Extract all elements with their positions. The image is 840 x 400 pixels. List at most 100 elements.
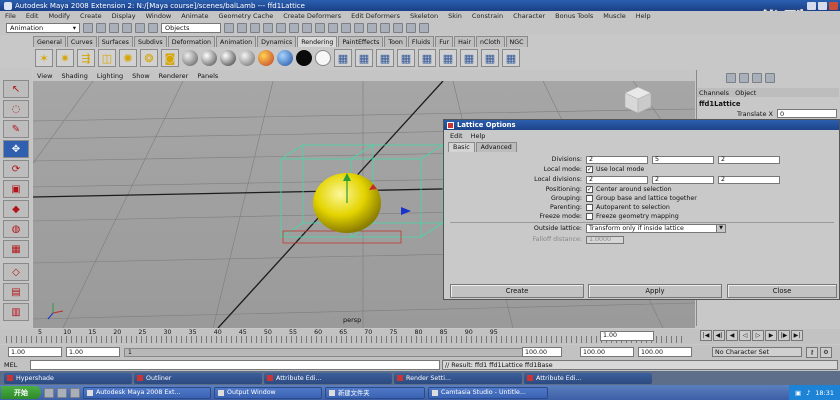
snap-view-plane-icon[interactable] xyxy=(367,23,377,33)
shelf-tab-animation[interactable]: Animation xyxy=(216,36,257,47)
lambert-ball-icon[interactable] xyxy=(182,50,198,66)
rotate-tool-icon[interactable]: ⟳ xyxy=(3,160,29,178)
lasso-tool-icon[interactable]: ◌ xyxy=(3,100,29,118)
maximize-button[interactable] xyxy=(818,1,827,10)
directional-light-icon[interactable]: ⇶ xyxy=(77,49,95,67)
volume-icon[interactable]: ♪ xyxy=(806,389,810,397)
select-handle-icon[interactable] xyxy=(224,23,234,33)
white-ball-icon[interactable] xyxy=(315,50,331,66)
menu-skeleton[interactable]: Skeleton xyxy=(410,12,438,20)
dialog-menu-help[interactable]: Help xyxy=(471,132,486,140)
shelf-tab-painteffects[interactable]: PaintEffects xyxy=(338,36,384,47)
menu-create-deformers[interactable]: Create Deformers xyxy=(283,12,341,20)
shelf-tab-dynamics[interactable]: Dynamics xyxy=(257,36,297,47)
ambient-light-icon[interactable]: ✺ xyxy=(119,49,137,67)
minimized-window-attribute-edi[interactable]: Attribute Edi... xyxy=(264,372,392,384)
create-button[interactable]: Create xyxy=(450,284,584,298)
volume-light-icon[interactable]: ❂ xyxy=(140,49,158,67)
tab-advanced[interactable]: Advanced xyxy=(475,142,517,152)
menu-edit-deformers[interactable]: Edit Deformers xyxy=(351,12,400,20)
key-icon[interactable]: ⚷ xyxy=(806,347,818,358)
render-icon[interactable]: ▦ xyxy=(481,49,499,67)
snap-grid-icon[interactable] xyxy=(328,23,338,33)
task-camtasia[interactable]: Camtasia Studio - Untitle... xyxy=(428,386,548,399)
shelf-tab-general[interactable]: General xyxy=(33,36,66,47)
select-tool-icon[interactable]: ↖ xyxy=(3,80,29,98)
menu-modify[interactable]: Modify xyxy=(48,12,70,20)
shelf-tab-rendering[interactable]: Rendering xyxy=(297,36,338,47)
snap-point-icon[interactable] xyxy=(354,23,364,33)
manipulator-tool-icon[interactable]: ◆ xyxy=(3,200,29,218)
menu-window[interactable]: Window xyxy=(146,12,172,20)
select-surface-icon[interactable] xyxy=(263,23,273,33)
step-back-frame-icon[interactable]: ◀ xyxy=(726,330,738,341)
panel-menu-panels[interactable]: Panels xyxy=(197,72,218,80)
blinn-ball-icon[interactable] xyxy=(201,50,217,66)
shelf-tab-toon[interactable]: Toon xyxy=(384,36,407,47)
menu-create[interactable]: Create xyxy=(80,12,102,20)
render-view-icon[interactable]: ▦ xyxy=(355,49,373,67)
light-link-icon[interactable]: ▦ xyxy=(439,49,457,67)
outside-lattice-dropdown[interactable]: Transform only if inside lattice ▼ xyxy=(586,224,726,233)
select-dynamic-icon[interactable] xyxy=(289,23,299,33)
falloff-distance-field[interactable]: 1.0000 xyxy=(586,235,624,244)
step-forward-key-icon[interactable]: |▶ xyxy=(778,330,790,341)
tab-channels[interactable]: Channels xyxy=(699,89,729,97)
camera-icon[interactable]: ◙ xyxy=(161,49,179,67)
select-render-icon[interactable] xyxy=(302,23,312,33)
playback-start-field[interactable]: 1.00 xyxy=(66,347,120,357)
menu-constrain[interactable]: Constrain xyxy=(472,12,503,20)
task-new-folder[interactable]: 新建文件夹 xyxy=(325,386,425,399)
positioning-checkbox[interactable]: ✓ xyxy=(586,186,593,193)
ramp-ball-icon[interactable] xyxy=(258,50,274,66)
select-by-object-icon[interactable] xyxy=(135,23,145,33)
layered-ball-icon[interactable] xyxy=(277,50,293,66)
translate-x-field[interactable]: 0 xyxy=(777,109,837,118)
task-maya[interactable]: Autodesk Maya 2008 Ext... xyxy=(83,386,211,399)
open-scene-icon[interactable] xyxy=(96,23,106,33)
move-tool-icon[interactable]: ✥ xyxy=(3,140,29,158)
select-joint-icon[interactable] xyxy=(237,23,247,33)
quicklaunch-browser-icon[interactable] xyxy=(57,387,67,398)
texture-view-icon[interactable]: ▦ xyxy=(418,49,436,67)
four-layout-icon[interactable]: ▤ xyxy=(3,283,29,301)
dialog-menu-edit[interactable]: Edit xyxy=(450,132,463,140)
show-attribute-editor-icon[interactable] xyxy=(726,73,736,83)
range-end-marker-field[interactable]: 100.00 xyxy=(522,347,562,357)
menu-help[interactable]: Help xyxy=(636,12,651,20)
last-tool-icon[interactable]: ▦ xyxy=(3,240,29,258)
divisions-s-field[interactable]: 2 xyxy=(586,155,648,164)
menu-edit[interactable]: Edit xyxy=(26,12,39,20)
point-light-icon[interactable]: ✷ xyxy=(56,49,74,67)
show-channel-box-icon[interactable] xyxy=(752,73,762,83)
shelf-tab-deformation[interactable]: Deformation xyxy=(167,36,216,47)
render-layer-icon[interactable]: ▦ xyxy=(460,49,478,67)
local-divisions-u-field[interactable]: 2 xyxy=(718,175,780,184)
spot-light-icon[interactable]: ✶ xyxy=(35,49,53,67)
step-back-key-icon[interactable]: ◀| xyxy=(713,330,725,341)
current-frame-field[interactable]: 1.00 xyxy=(600,331,654,341)
scale-tool-icon[interactable]: ▣ xyxy=(3,180,29,198)
ipr-render-icon[interactable] xyxy=(406,23,416,33)
shelf-tab-fluids[interactable]: Fluids xyxy=(407,36,435,47)
play-forwards-icon[interactable]: ▷ xyxy=(752,330,764,341)
menu-animate[interactable]: Animate xyxy=(181,12,208,20)
menu-file[interactable]: File xyxy=(5,12,16,20)
phong-ball-icon[interactable] xyxy=(220,50,236,66)
select-by-hierarchy-icon[interactable] xyxy=(122,23,132,33)
show-layer-editor-icon[interactable] xyxy=(765,73,775,83)
preferences-icon[interactable]: ⚙ xyxy=(820,347,832,358)
history-icon[interactable] xyxy=(380,23,390,33)
view-cube-icon[interactable] xyxy=(624,86,652,114)
go-to-end-icon[interactable]: ▶| xyxy=(791,330,803,341)
minimized-window-hypershade[interactable]: Hypershade xyxy=(4,372,132,384)
menu-skin[interactable]: Skin xyxy=(448,12,462,20)
persp-outliner-layout-icon[interactable]: ▥ xyxy=(3,303,29,321)
ipr-icon[interactable]: ▦ xyxy=(376,49,394,67)
selection-mask-field[interactable]: Objects xyxy=(161,23,221,33)
paint-select-tool-icon[interactable]: ✎ xyxy=(3,120,29,138)
divisions-u-field[interactable]: 2 xyxy=(718,155,780,164)
mel-input[interactable] xyxy=(30,360,440,370)
minimized-window-render-setti[interactable]: Render Setti... xyxy=(394,372,522,384)
tab-basic[interactable]: Basic xyxy=(448,142,475,152)
